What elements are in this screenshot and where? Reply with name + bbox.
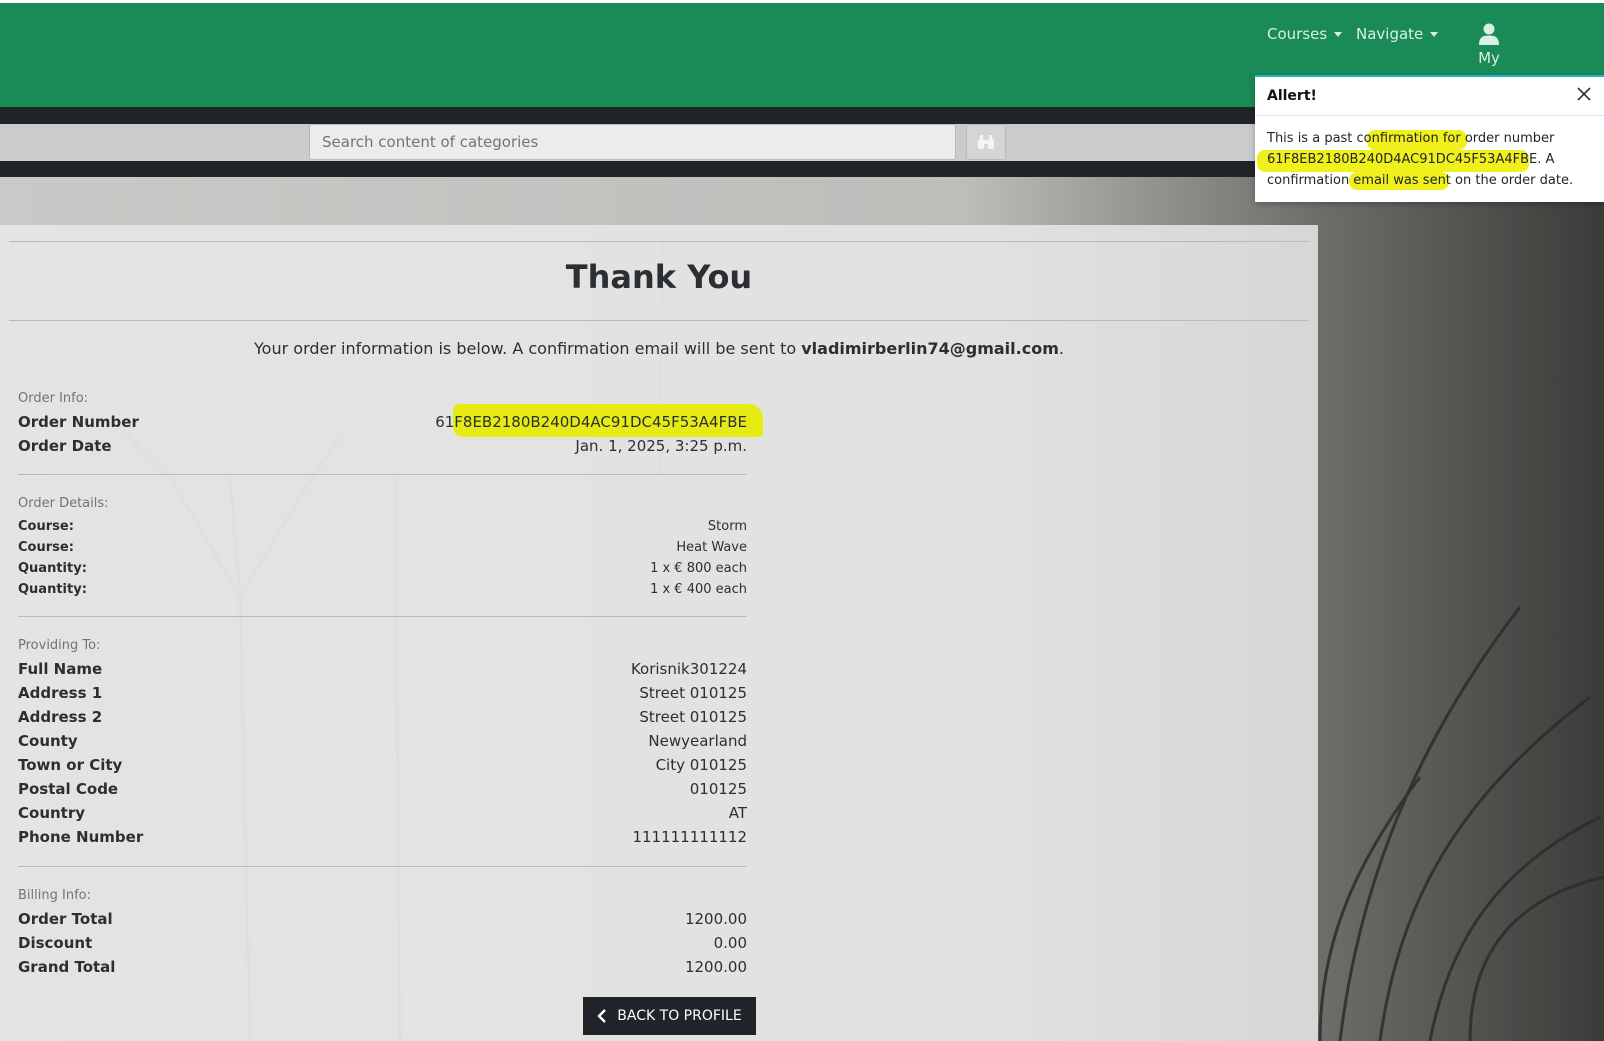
alert-body: This is a past confirmation for order nu… — [1255, 116, 1604, 203]
providing-row: Address 2 Street 010125 — [18, 708, 747, 726]
courses-label: Courses — [1267, 25, 1328, 43]
confirmation-text: Your order information is below. A confi… — [0, 339, 1318, 358]
order-number-value: 61F8EB2180B240D4AC91DC45F53A4FBE — [435, 413, 747, 431]
lead-text: Your order information is below. A confi… — [254, 339, 802, 358]
detail-value: Storm — [707, 519, 747, 534]
providing-row: Country AT — [18, 804, 747, 822]
providing-value: 111111111112 — [632, 828, 747, 846]
alert-line: confirmation email was sent on the order… — [1267, 173, 1574, 188]
providing-value: Newyearland — [648, 732, 747, 750]
providing-key: Country — [18, 804, 86, 822]
divider — [18, 866, 747, 867]
order-detail-row: Course: Storm — [18, 519, 747, 534]
order-detail-row: Quantity: 1 x € 400 each — [18, 582, 747, 597]
billing-key: Grand Total — [18, 958, 116, 976]
user-icon — [1479, 23, 1499, 45]
providing-key: Postal Code — [18, 780, 119, 798]
detail-key: Quantity: — [18, 582, 87, 597]
providing-key: Phone Number — [18, 828, 144, 846]
alert-title: Allert! — [1267, 88, 1317, 104]
order-date-row: Order Date Jan. 1, 2025, 3:25 p.m. — [18, 437, 747, 455]
search-input[interactable] — [309, 124, 956, 160]
customer-email: vladimirberlin74@gmail.com — [801, 339, 1059, 358]
divider — [18, 474, 747, 475]
providing-row: Full Name Korisnik301224 — [18, 660, 747, 678]
billing-row: Grand Total 1200.00 — [18, 958, 747, 976]
billing-value: 1200.00 — [684, 910, 747, 928]
providing-key: County — [18, 732, 78, 750]
back-button-label: BACK TO PROFILE — [617, 1008, 742, 1024]
chevron-left-icon — [597, 1009, 607, 1023]
chevron-down-icon — [1430, 31, 1439, 37]
billing-key: Order Total — [18, 910, 113, 928]
alert-header: Allert! — [1255, 77, 1604, 116]
order-info-label: Order Info: — [18, 391, 89, 406]
search-button[interactable] — [966, 124, 1006, 160]
providing-value: Korisnik301224 — [630, 660, 747, 678]
divider — [18, 616, 747, 617]
divider — [9, 320, 1309, 321]
providing-value: City 010125 — [655, 756, 747, 774]
alert-toast: Allert! This is a past confirmation for … — [1255, 75, 1604, 202]
alert-line: This is a past confirmation for order nu… — [1267, 131, 1555, 146]
providing-to-label: Providing To: — [18, 638, 101, 653]
providing-value: Street 010125 — [639, 708, 747, 726]
detail-key: Quantity: — [18, 561, 87, 576]
detail-value: 1 x € 800 each — [650, 561, 747, 576]
order-detail-row: Course: Heat Wave — [18, 540, 747, 555]
providing-row: Town or City City 010125 — [18, 756, 747, 774]
account-label: My — [1478, 49, 1500, 67]
back-to-profile-button[interactable]: BACK TO PROFILE — [583, 997, 756, 1035]
lead-end: . — [1058, 339, 1064, 358]
providing-key: Town or City — [18, 756, 123, 774]
chevron-down-icon — [1334, 31, 1343, 37]
detail-value: Heat Wave — [676, 540, 747, 555]
billing-value: 1200.00 — [684, 958, 747, 976]
providing-key: Address 1 — [18, 684, 103, 702]
order-detail-row: Quantity: 1 x € 800 each — [18, 561, 747, 576]
providing-value: Street 010125 — [639, 684, 747, 702]
billing-key: Discount — [18, 934, 93, 952]
alert-line: 61F8EB2180B240D4AC91DC45F53A4FBE. A — [1267, 152, 1555, 167]
providing-row: County Newyearland — [18, 732, 747, 750]
close-icon[interactable] — [1576, 86, 1592, 106]
providing-row: Phone Number 111111111112 — [18, 828, 747, 846]
navigate-label: Navigate — [1356, 25, 1424, 43]
order-date-value: Jan. 1, 2025, 3:25 p.m. — [575, 437, 747, 455]
providing-row: Address 1 Street 010125 — [18, 684, 747, 702]
detail-key: Course: — [18, 519, 74, 534]
order-number-key: Order Number — [18, 413, 139, 431]
providing-value: AT — [728, 804, 747, 822]
billing-row: Discount 0.00 — [18, 934, 747, 952]
order-number-row: Order Number 61F8EB2180B240D4AC91DC45F53… — [18, 413, 747, 431]
detail-key: Course: — [18, 540, 74, 555]
providing-key: Full Name — [18, 660, 103, 678]
providing-value: 010125 — [689, 780, 747, 798]
navigate-dropdown[interactable]: Navigate — [1356, 25, 1439, 43]
billing-value: 0.00 — [713, 934, 747, 952]
page-title: Thank You — [565, 258, 753, 296]
providing-key: Address 2 — [18, 708, 103, 726]
detail-value: 1 x € 400 each — [650, 582, 747, 597]
binoculars-icon — [978, 135, 994, 149]
order-details-label: Order Details: — [18, 496, 109, 511]
providing-row: Postal Code 010125 — [18, 780, 747, 798]
divider — [9, 241, 1309, 242]
billing-info-label: Billing Info: — [18, 888, 91, 903]
courses-dropdown[interactable]: Courses — [1267, 25, 1343, 43]
billing-row: Order Total 1200.00 — [18, 910, 747, 928]
order-date-key: Order Date — [18, 437, 112, 455]
account-menu[interactable]: My — [1466, 23, 1512, 67]
